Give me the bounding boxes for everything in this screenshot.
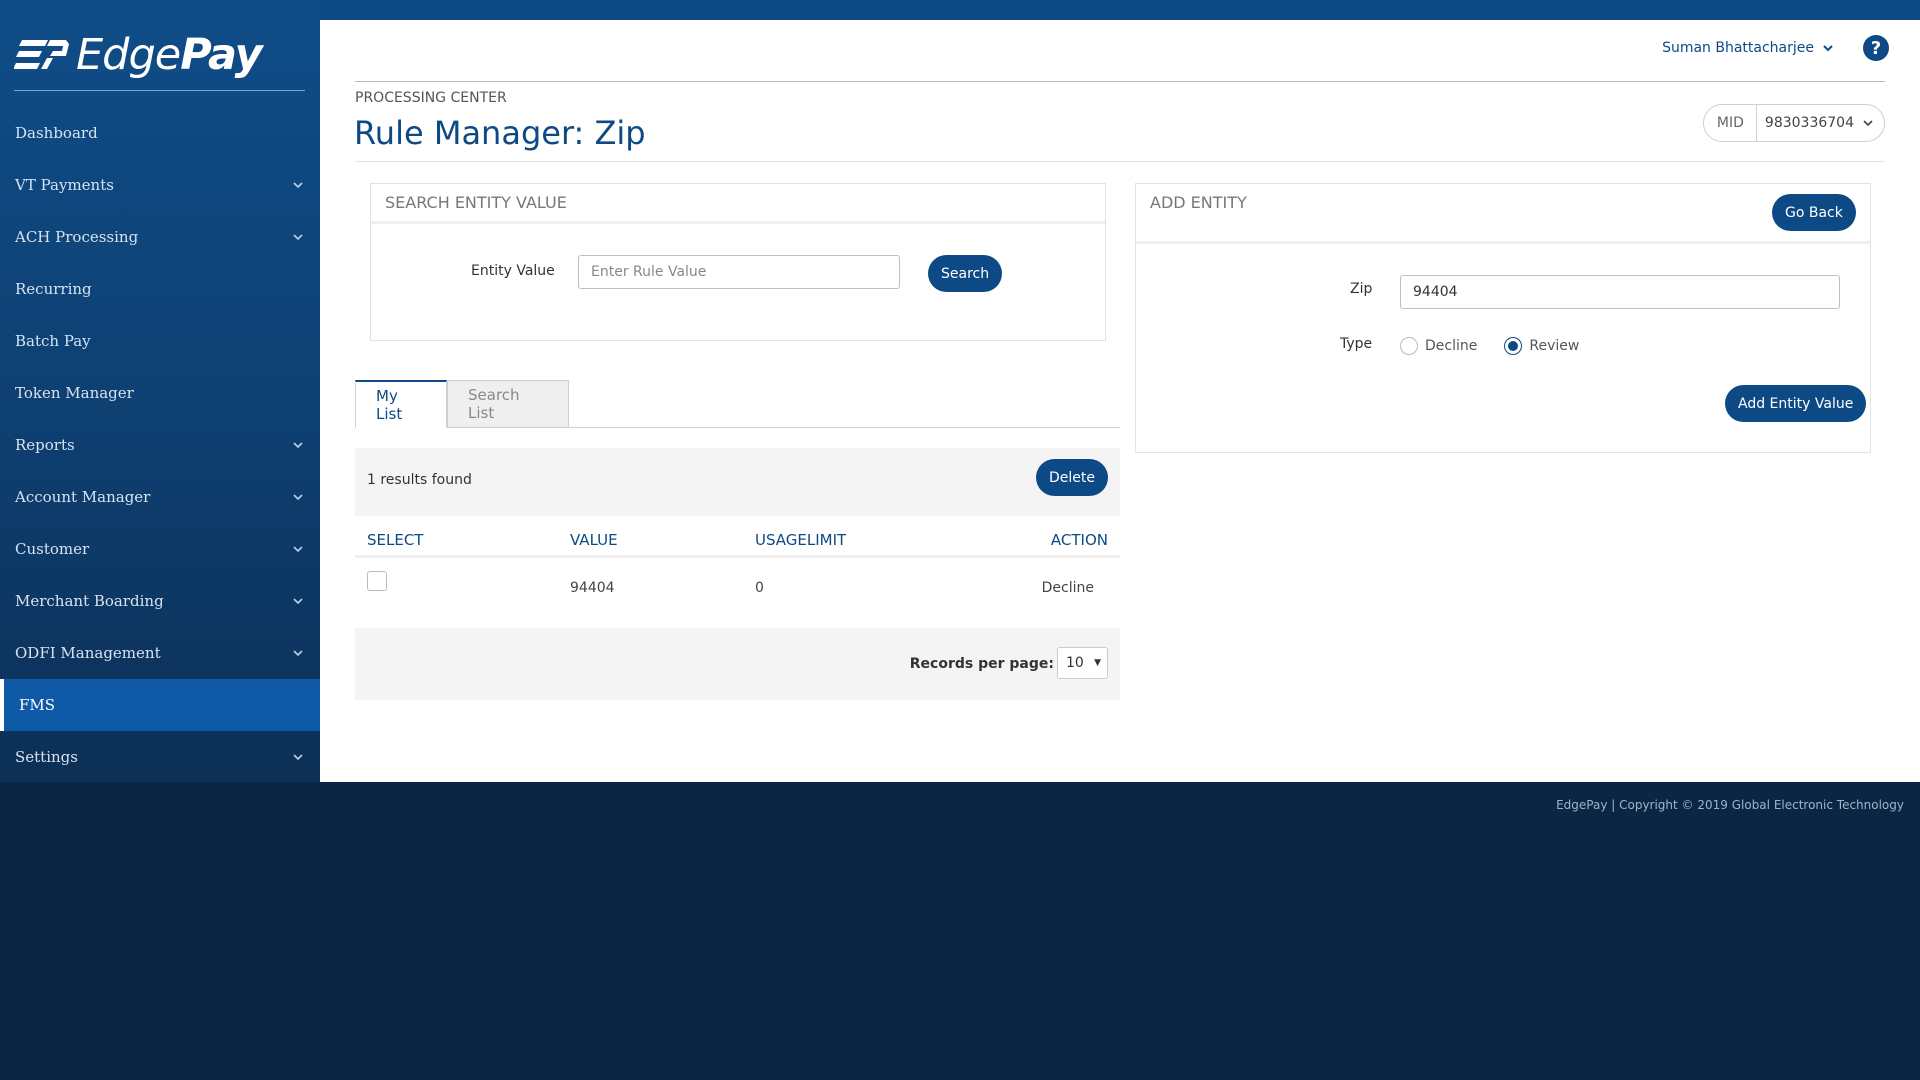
- chevron-down-icon: [293, 234, 303, 241]
- footer-copyright: EdgePay | Copyright © 2019 Global Electr…: [1556, 798, 1904, 812]
- mid-selector[interactable]: MID 9830336704: [1702, 104, 1885, 142]
- sidebar-item-label: FMS: [19, 696, 56, 714]
- sidebar-item-label: ODFI Management: [15, 644, 161, 662]
- sidebar-item-odfi-management[interactable]: ODFI Management: [0, 627, 320, 679]
- sidebar-item-label: Batch Pay: [15, 332, 91, 350]
- sidebar-item-label: Recurring: [15, 280, 92, 298]
- sidebar-item-label: ACH Processing: [15, 228, 139, 246]
- type-option-decline[interactable]: Decline: [1400, 337, 1477, 355]
- entity-value-input[interactable]: [578, 255, 900, 289]
- add-entity-heading-text: ADD ENTITY: [1150, 193, 1247, 212]
- records-per-page-value: 10: [1066, 655, 1084, 671]
- review-radio[interactable]: [1504, 337, 1523, 355]
- logo-divider: [14, 90, 305, 91]
- list-tabs: My List Search List: [355, 380, 1120, 428]
- breadcrumb: PROCESSING CENTER: [355, 90, 507, 106]
- entity-value-label: Entity Value: [471, 263, 555, 279]
- title-divider: [355, 161, 1885, 162]
- sidebar-item-recurring[interactable]: Recurring: [0, 263, 320, 315]
- zip-input[interactable]: [1400, 275, 1840, 309]
- sidebar-item-label: Account Manager: [15, 488, 151, 506]
- sidebar-item-label: Customer: [15, 540, 90, 558]
- tab-my-list[interactable]: My List: [355, 380, 447, 428]
- column-header-select[interactable]: SELECT: [367, 531, 423, 549]
- sidebar-item-settings[interactable]: Settings: [0, 731, 320, 783]
- add-entity-value-button[interactable]: Add Entity Value: [1725, 385, 1867, 422]
- sidebar-item-token-manager[interactable]: Token Manager: [0, 367, 320, 419]
- sidebar-item-label: VT Payments: [15, 176, 114, 194]
- sidebar-item-label: Settings: [15, 748, 78, 766]
- mid-value[interactable]: 9830336704: [1757, 115, 1884, 131]
- page-title: Rule Manager: Zip: [354, 114, 646, 152]
- sidebar-nav: Dashboard VT Payments ACH Processing Recurr…: [0, 107, 320, 783]
- mid-label: MID: [1704, 105, 1757, 141]
- chevron-down-icon: [1823, 45, 1833, 52]
- sidebar-item-label: Reports: [15, 436, 75, 454]
- type-label: Type: [1340, 336, 1373, 352]
- row-action: Decline: [1041, 580, 1094, 596]
- caret-down-icon: ▼: [1094, 658, 1101, 668]
- question-circle-icon[interactable]: ?: [1862, 34, 1890, 62]
- sidebar-item-label: Merchant Boarding: [15, 592, 164, 610]
- row-select-checkbox[interactable]: [367, 571, 387, 591]
- chevron-down-icon: [293, 494, 303, 501]
- results-count: 1 results found: [367, 472, 472, 488]
- mid-value-text: 9830336704: [1764, 115, 1854, 131]
- sidebar-item-vt-payments[interactable]: VT Payments: [0, 159, 320, 211]
- decline-label: Decline: [1425, 338, 1478, 354]
- type-option-review[interactable]: Review: [1504, 337, 1579, 355]
- logo-text: EdgePay: [76, 30, 263, 80]
- records-per-page-select[interactable]: 10 ▼: [1057, 647, 1108, 679]
- sidebar-item-reports[interactable]: Reports: [0, 419, 320, 471]
- sidebar-item-batch-pay[interactable]: Batch Pay: [0, 315, 320, 367]
- chevron-down-icon: [293, 650, 303, 657]
- svg-text:?: ?: [1871, 38, 1881, 59]
- zip-label: Zip: [1350, 281, 1373, 297]
- table-header: SELECT VALUE USAGELIMIT ACTION: [355, 522, 1120, 558]
- sidebar-item-label: Dashboard: [15, 124, 98, 142]
- sidebar-item-dashboard[interactable]: Dashboard: [0, 107, 320, 159]
- row-usage-limit: 0: [755, 580, 764, 596]
- chevron-down-icon: [293, 598, 303, 605]
- column-header-value[interactable]: VALUE: [570, 531, 618, 549]
- go-back-button[interactable]: Go Back: [1772, 194, 1856, 231]
- sidebar-item-fms[interactable]: FMS: [0, 679, 320, 731]
- chevron-down-icon: [293, 442, 303, 449]
- results-bar: 1 results found Delete: [355, 448, 1120, 516]
- review-label: Review: [1529, 338, 1580, 354]
- column-header-action[interactable]: ACTION: [1051, 531, 1108, 549]
- search-entity-panel: SEARCH ENTITY VALUE Entity Value Search: [370, 183, 1106, 341]
- sidebar: EdgePay Dashboard VT Payments ACH Processi…: [0, 0, 320, 782]
- sidebar-item-ach-processing[interactable]: ACH Processing: [0, 211, 320, 263]
- tab-search-list[interactable]: Search List: [447, 380, 569, 428]
- sidebar-item-customer[interactable]: Customer: [0, 523, 320, 575]
- add-entity-heading: ADD ENTITY: [1136, 184, 1870, 244]
- user-menu[interactable]: Suman Bhattacharjee: [1662, 40, 1834, 56]
- chevron-down-icon: [293, 182, 303, 189]
- edgepay-logo-icon: [14, 40, 69, 69]
- main-content: Suman Bhattacharjee ? PROCESSING CENTER …: [320, 20, 1920, 782]
- table-row: 94404 0 Decline: [355, 562, 1120, 612]
- records-per-page-label: Records per page:: [909, 656, 1054, 672]
- column-header-usagelimit[interactable]: USAGELIMIT: [755, 531, 846, 549]
- delete-button[interactable]: Delete: [1036, 459, 1108, 496]
- add-entity-panel: ADD ENTITY Go Back Zip Type Decline Revi…: [1135, 183, 1871, 453]
- user-name: Suman Bhattacharjee: [1662, 40, 1814, 56]
- chevron-down-icon: [1863, 120, 1873, 127]
- chevron-down-icon: [293, 754, 303, 761]
- chevron-down-icon: [293, 546, 303, 553]
- decline-radio[interactable]: [1400, 337, 1418, 355]
- header-divider: [355, 81, 1885, 82]
- sidebar-item-account-manager[interactable]: Account Manager: [0, 471, 320, 523]
- search-panel-heading: SEARCH ENTITY VALUE: [371, 184, 1105, 224]
- row-value: 94404: [570, 580, 615, 596]
- edgepay-logo[interactable]: EdgePay: [14, 28, 263, 82]
- sidebar-item-label: Token Manager: [15, 384, 134, 402]
- search-button[interactable]: Search: [928, 255, 1003, 292]
- pagination-bar: Records per page: 10 ▼: [355, 628, 1120, 700]
- type-radio-group: Decline Review: [1400, 337, 1606, 355]
- sidebar-item-merchant-boarding[interactable]: Merchant Boarding: [0, 575, 320, 627]
